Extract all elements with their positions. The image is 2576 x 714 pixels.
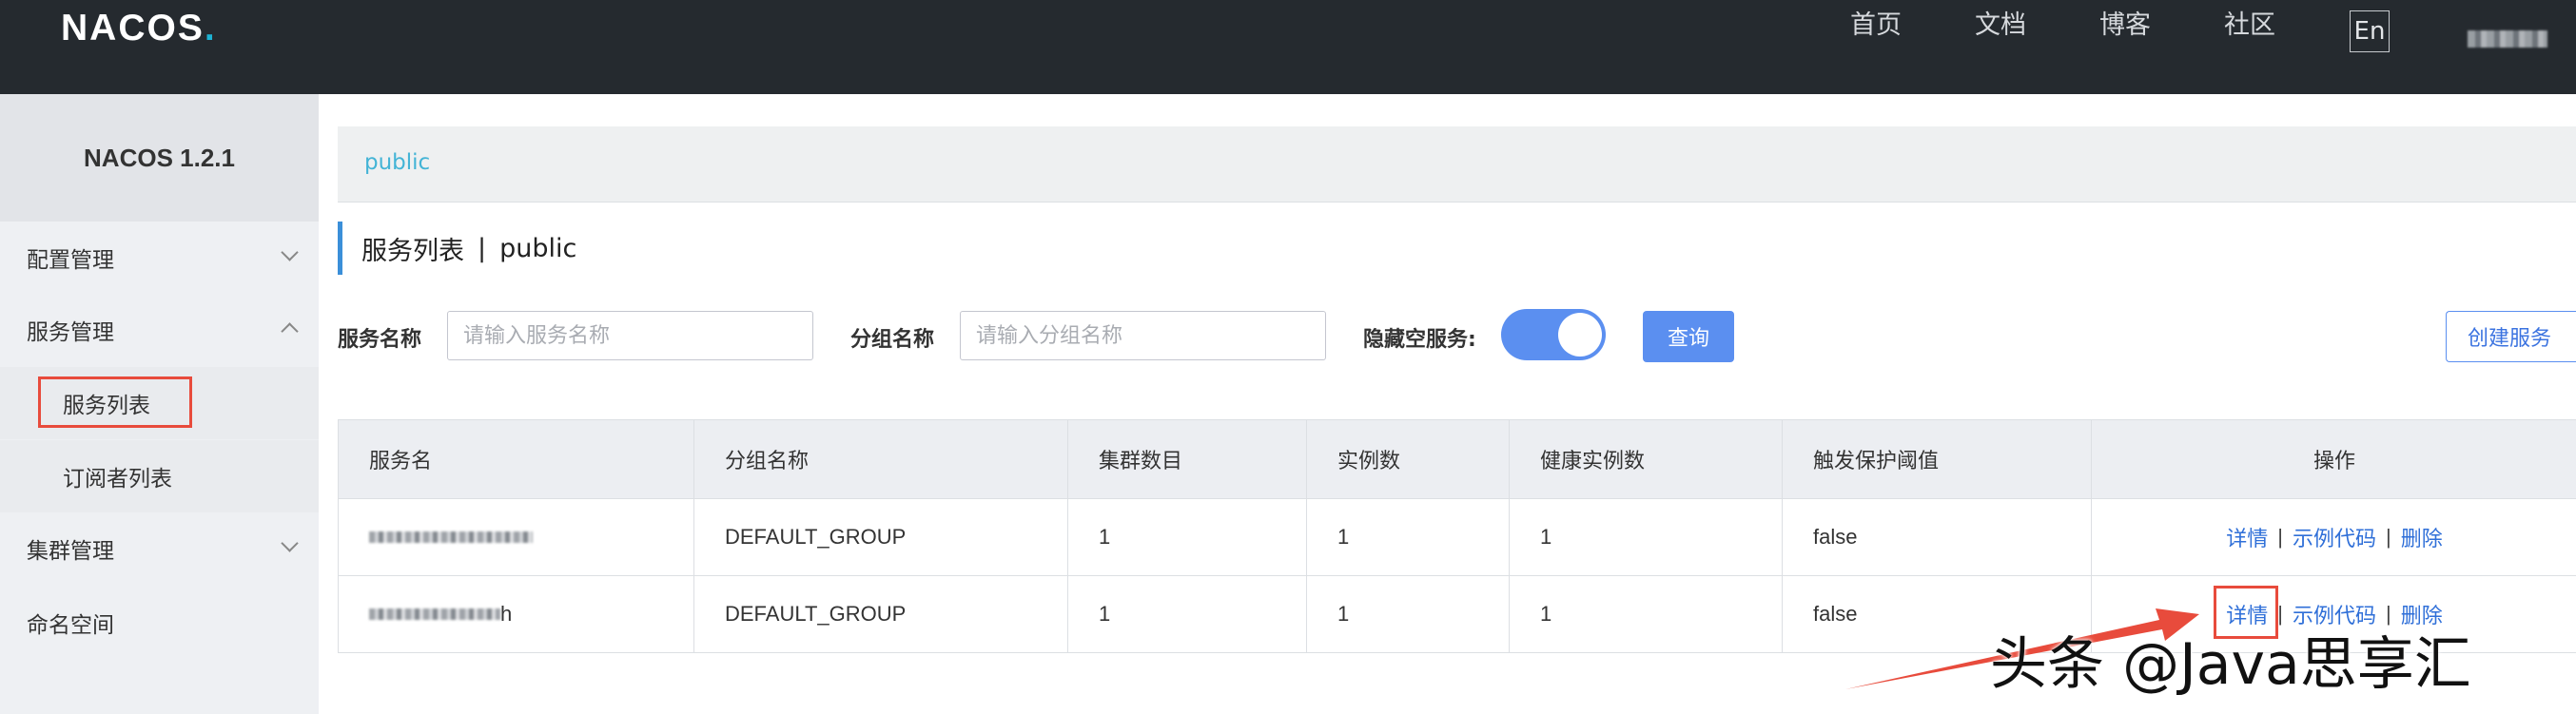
sidebar-item-label: 集群管理: [27, 539, 114, 564]
page-title: 服务列表 | public: [338, 222, 576, 275]
service-name-label: 服务名称: [338, 328, 422, 352]
service-name-suffix: h: [500, 602, 513, 626]
protect-threshold-cell: false: [1783, 499, 2092, 575]
cluster-count-cell: 1: [1068, 499, 1307, 575]
nav-link-home[interactable]: 首页: [1850, 4, 1902, 41]
healthy-instance-cell: 1: [1510, 576, 1783, 652]
sidebar: NACOS 1.2.1 配置管理 服务管理 服务列表 订阅者列表 集群管理 命名…: [0, 94, 319, 714]
column-header-service-name: 服务名: [339, 420, 694, 498]
sidebar-item-config-management[interactable]: 配置管理: [0, 222, 319, 294]
table-row: DEFAULT_GROUP 1 1 1 false 详情 | 示例代码 | 删除: [339, 499, 2576, 576]
delete-link[interactable]: 删除: [2401, 522, 2443, 552]
operations-cell: 详情 | 示例代码 | 删除: [2092, 499, 2576, 575]
hide-empty-services-toggle[interactable]: [1501, 309, 1606, 360]
user-avatar[interactable]: [2468, 30, 2547, 48]
page-title-separator: |: [478, 233, 487, 263]
column-header-instance-count: 实例数: [1307, 420, 1510, 498]
watermark-text: 头条 @Java思享汇: [1990, 631, 2471, 698]
service-name-input[interactable]: [447, 311, 813, 360]
detail-link[interactable]: 详情: [2226, 522, 2268, 552]
sidebar-item-service-management[interactable]: 服务管理: [0, 294, 319, 366]
page-title-text: 服务列表: [361, 236, 464, 266]
group-name-input[interactable]: [960, 311, 1326, 360]
nacos-logo[interactable]: NACOS.: [61, 8, 217, 55]
column-header-operations: 操作: [2313, 450, 2355, 473]
query-button[interactable]: 查询: [1643, 311, 1734, 362]
nav-link-community[interactable]: 社区: [2224, 4, 2275, 41]
column-header-cluster-count: 集群数目: [1068, 420, 1307, 498]
chevron-down-icon: [281, 243, 299, 261]
action-separator: |: [2277, 525, 2283, 549]
sample-code-link[interactable]: 示例代码: [2293, 522, 2376, 552]
sidebar-item-subscriber-list[interactable]: 订阅者列表: [0, 440, 319, 512]
create-service-button[interactable]: 创建服务: [2446, 311, 2576, 362]
language-toggle-button[interactable]: En: [2350, 10, 2390, 52]
hide-empty-services-label: 隐藏空服务:: [1363, 328, 1476, 352]
column-header-healthy-instances: 健康实例数: [1510, 420, 1783, 498]
logo-dot: .: [204, 8, 217, 48]
blurred-service-name: [369, 531, 533, 543]
sidebar-item-label: 订阅者列表: [63, 467, 172, 492]
chevron-up-icon: [281, 322, 299, 340]
sidebar-item-label: 服务管理: [27, 320, 114, 345]
blurred-service-name: [369, 608, 500, 620]
namespace-bar: public: [338, 126, 2576, 203]
group-name-cell: DEFAULT_GROUP: [694, 499, 1068, 575]
table-header-row: 服务名 分组名称 集群数目 实例数 健康实例数 触发保护阈值 操作: [339, 420, 2576, 499]
nav-link-blog[interactable]: 博客: [2099, 4, 2151, 41]
instance-count-cell: 1: [1307, 499, 1510, 575]
column-header-group-name: 分组名称: [694, 420, 1068, 498]
healthy-instance-cell: 1: [1510, 499, 1783, 575]
chevron-down-icon: [281, 534, 299, 552]
sidebar-item-cluster-management[interactable]: 集群管理: [0, 512, 319, 585]
service-name-cell: h: [339, 576, 694, 652]
top-navbar: NACOS. 首页 文档 博客 社区 En: [0, 0, 2576, 94]
namespace-tag-public[interactable]: public: [364, 150, 430, 175]
sidebar-item-label: 配置管理: [27, 248, 114, 273]
service-name-cell: [339, 499, 694, 575]
instance-count-cell: 1: [1307, 576, 1510, 652]
action-separator: |: [2386, 525, 2391, 549]
column-header-protect-threshold: 触发保护阈值: [1783, 420, 2092, 498]
sidebar-item-namespace[interactable]: 命名空间: [0, 587, 319, 659]
logo-text: NACOS: [61, 8, 205, 48]
toggle-knob: [1558, 313, 1602, 357]
group-name-label: 分组名称: [850, 328, 935, 352]
sidebar-item-label: 命名空间: [27, 613, 114, 638]
group-name-cell: DEFAULT_GROUP: [694, 576, 1068, 652]
cluster-count-cell: 1: [1068, 576, 1307, 652]
page-title-namespace: public: [499, 233, 577, 263]
sidebar-item-label: 服务列表: [63, 394, 150, 418]
sidebar-title: NACOS 1.2.1: [0, 94, 319, 222]
sidebar-item-service-list[interactable]: 服务列表: [0, 367, 319, 439]
nav-link-docs[interactable]: 文档: [1975, 4, 2026, 41]
